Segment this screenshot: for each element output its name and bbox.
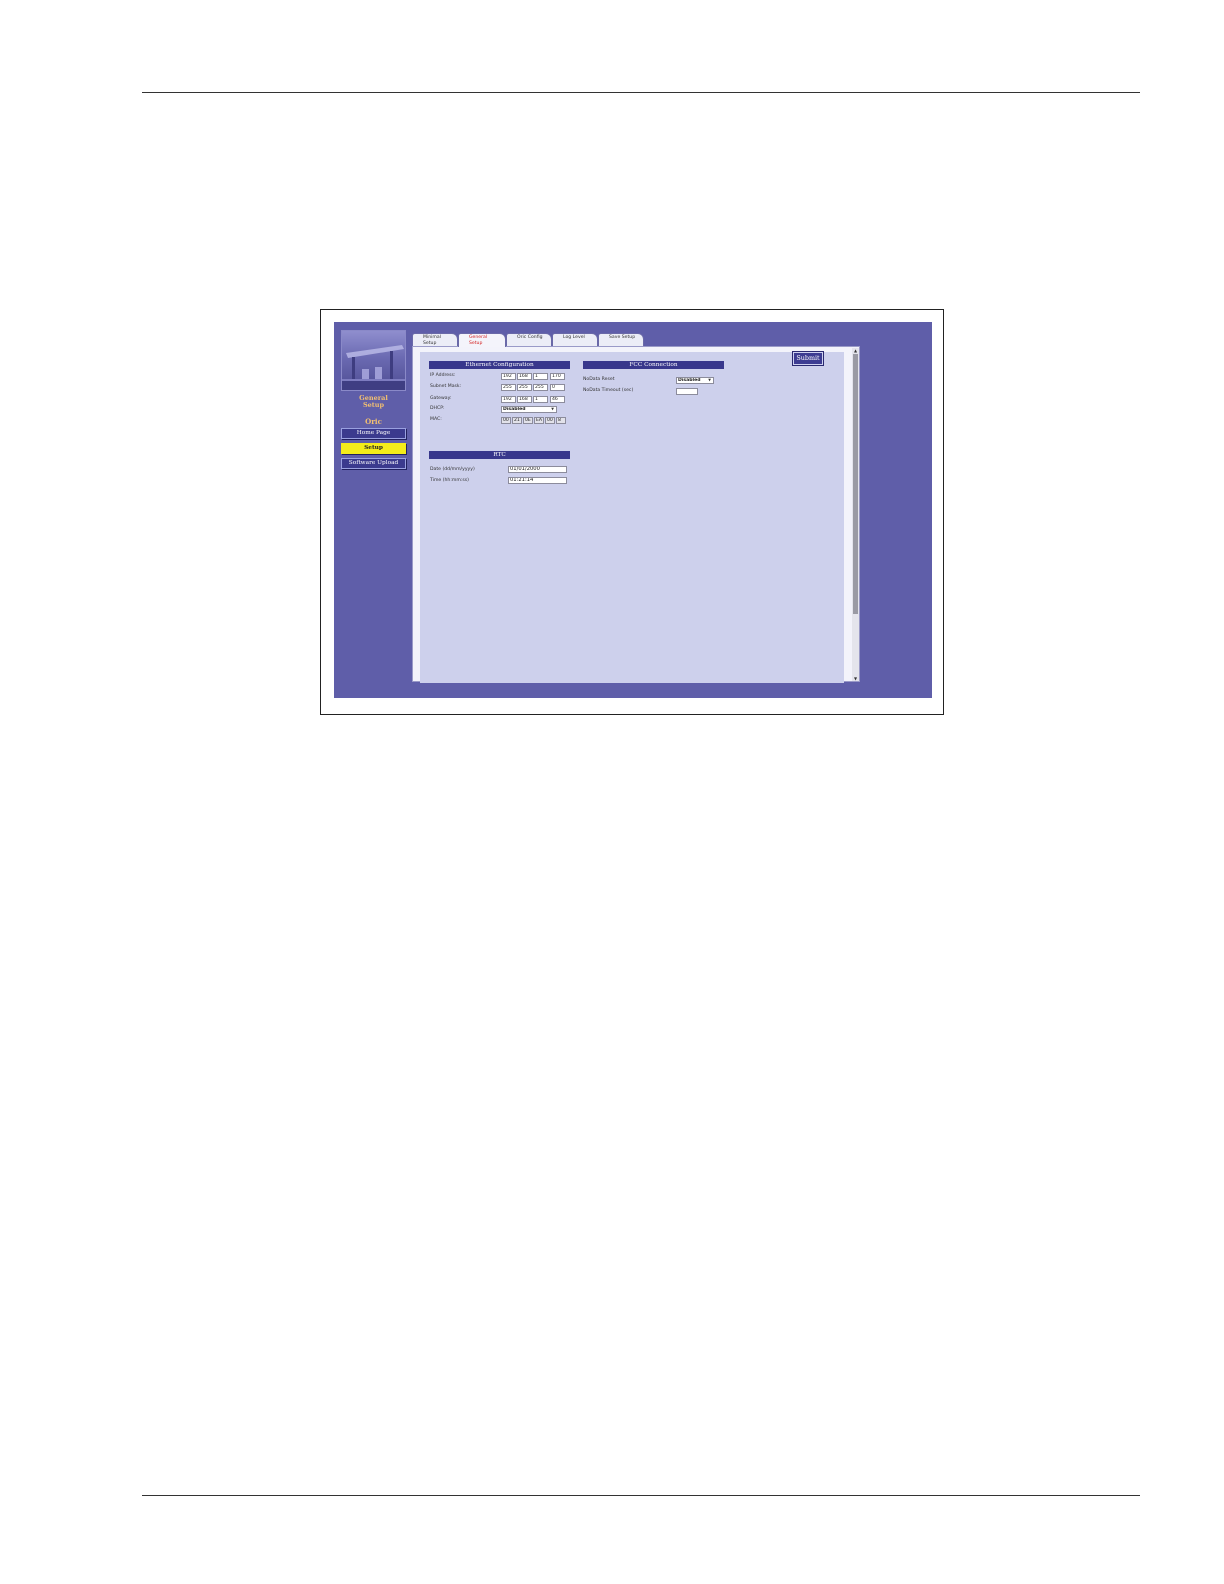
rtc-date-label: Date (dd/mm/yyyy) (430, 467, 475, 472)
gas-station-logo (341, 330, 406, 391)
tab-label-line2: Setup (469, 340, 483, 346)
fcc-connection-header: FCC Connection (583, 361, 724, 369)
mask-octet-1-field[interactable]: 255 (501, 384, 516, 391)
nodata-reset-label: NoData Reset (583, 377, 615, 382)
nodata-reset-select-value: Disabled (678, 378, 701, 383)
tab-oric-config[interactable]: Oric Config (506, 333, 552, 347)
mac-byte-4-field: EA (534, 417, 544, 424)
chevron-down-icon: ▼ (708, 378, 711, 382)
device-name: Oric (365, 417, 382, 426)
nodata-timeout-field[interactable] (676, 388, 698, 395)
mac-label: MAC: (430, 417, 442, 422)
ip-octet-1-field[interactable]: 192 (501, 373, 516, 380)
scroll-up-arrow-icon[interactable]: ▲ (853, 348, 858, 353)
rtc-time-label: Time (hh:mm:ss) (430, 478, 469, 483)
gateway-octet-3-field[interactable]: 1 (533, 396, 548, 403)
gas-station-icon (342, 345, 405, 390)
tab-general-setup[interactable]: General Setup (458, 333, 506, 347)
ip-octet-2-field[interactable]: 168 (517, 373, 532, 380)
mac-byte-1-field: 00 (501, 417, 511, 424)
header-rule (142, 92, 1140, 93)
ethernet-config-header: Ethernet Configuration (429, 361, 570, 369)
rtc-date-field[interactable]: 01/01/2000 (508, 466, 567, 473)
mask-octet-2-field[interactable]: 255 (517, 384, 532, 391)
scroll-thumb[interactable] (853, 354, 858, 614)
mask-octet-3-field[interactable]: 255 (533, 384, 548, 391)
gateway-octet-4-field[interactable]: 46 (550, 396, 565, 403)
ip-octet-3-field[interactable]: 1 (533, 373, 548, 380)
nodata-reset-select[interactable]: Disabled ▼ (676, 377, 714, 384)
vertical-scrollbar[interactable]: ▲ ▼ (852, 348, 859, 681)
mac-byte-5-field: 00 (545, 417, 555, 424)
submit-button[interactable]: Submit (792, 351, 824, 366)
mac-byte-3-field: 0E (523, 417, 533, 424)
tab-label: Oric Config (517, 335, 543, 340)
nav-setup-button[interactable]: Setup (341, 443, 406, 454)
ip-octet-4-field[interactable]: 170 (550, 373, 565, 380)
tab-label: Save Setup (609, 335, 636, 340)
chevron-down-icon: ▼ (551, 407, 554, 411)
tab-minimal-setup[interactable]: Minimal Setup (412, 333, 458, 347)
dhcp-label: DHCP: (430, 406, 445, 411)
gateway-octet-2-field[interactable]: 168 (517, 396, 532, 403)
dhcp-select[interactable]: Disabled ▼ (501, 406, 557, 413)
rtc-time-field[interactable]: 01:21:14 (508, 477, 567, 484)
mac-byte-6-field: 8 (556, 417, 566, 424)
mask-octet-4-field[interactable]: 0 (550, 384, 565, 391)
nav-software-upload-button[interactable]: Software Upload (341, 458, 406, 469)
page-title-line2: Setup (362, 401, 385, 409)
footer-rule (142, 1495, 1140, 1496)
tab-label: Log Level (563, 335, 585, 340)
tab-save-setup[interactable]: Save Setup (598, 333, 644, 347)
rtc-header: RTC (429, 451, 570, 459)
ip-address-label: IP Address: (430, 373, 456, 378)
web-app: General Setup Oric Home Page Setup Softw… (334, 322, 932, 698)
gateway-label: Gateway: (430, 396, 452, 401)
gateway-octet-1-field[interactable]: 192 (501, 396, 516, 403)
nodata-timeout-label: NoData Timeout (sec) (583, 388, 634, 393)
subnet-mask-label: Subnet Mask: (430, 384, 462, 389)
dhcp-select-value: Disabled (503, 407, 526, 412)
mac-byte-2-field: 21 (512, 417, 522, 424)
scroll-down-arrow-icon[interactable]: ▼ (853, 676, 858, 681)
nav-home-page-button[interactable]: Home Page (341, 428, 406, 439)
form-area (420, 352, 844, 683)
tab-log-level[interactable]: Log Level (552, 333, 598, 347)
content-panel (412, 346, 860, 683)
